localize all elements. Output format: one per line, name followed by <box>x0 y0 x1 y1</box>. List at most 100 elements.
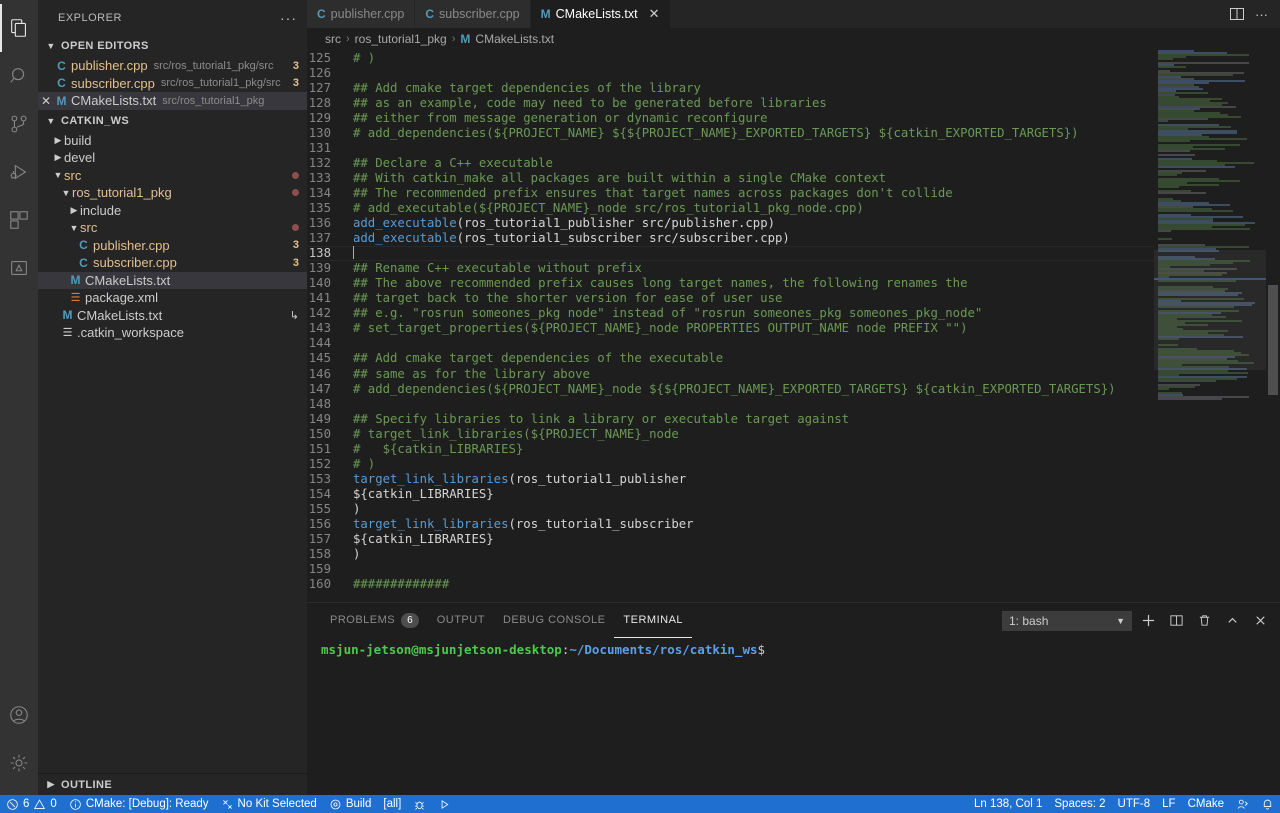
more-actions-icon[interactable]: ··· <box>1255 7 1268 22</box>
split-editor-icon[interactable] <box>1229 6 1245 22</box>
scrollbar-thumb[interactable] <box>1268 285 1278 395</box>
status-language-mode[interactable]: CMake <box>1182 795 1230 813</box>
code-line[interactable]: 151 # ${catkin_LIBRARIES} <box>307 441 1154 456</box>
status-eol[interactable]: LF <box>1156 795 1181 813</box>
panel-tab[interactable]: PROBLEMS 6 <box>321 603 428 638</box>
activity-search-icon[interactable] <box>0 52 38 100</box>
panel-tab[interactable]: OUTPUT <box>428 603 494 638</box>
close-panel-icon[interactable] <box>1248 610 1272 632</box>
code-line[interactable]: 146 ## same as for the library above <box>307 366 1154 381</box>
code-line[interactable]: 128 ## as an example, code may need to be… <box>307 95 1154 110</box>
open-editors-section[interactable]: ▼ OPEN EDITORS <box>38 35 307 57</box>
minimap-slider[interactable] <box>1154 250 1266 370</box>
chevron-right-icon[interactable]: ▶ <box>68 205 80 216</box>
split-terminal-icon[interactable] <box>1164 610 1188 632</box>
terminal-selector[interactable]: 1: bash ▼ <box>1002 610 1132 631</box>
code-line[interactable]: 136 add_executable(ros_tutorial1_publishe… <box>307 216 1154 231</box>
code-line[interactable]: 143 # set_target_properties(${PROJECT_NAM… <box>307 321 1154 336</box>
code-line[interactable]: 133 ## With catkin_make all packages are … <box>307 170 1154 185</box>
maximize-panel-icon[interactable] <box>1220 610 1244 632</box>
code-line[interactable]: 144 <box>307 336 1154 351</box>
code-line[interactable]: 160 ############# <box>307 577 1154 592</box>
tree-folder[interactable]: ▼ ros_tutorial1_pkg <box>38 184 307 202</box>
code-line[interactable]: 140 ## The above recommended prefix cause… <box>307 276 1154 291</box>
activity-source-control-icon[interactable] <box>0 100 38 148</box>
code-line[interactable]: 130 # add_dependencies(${PROJECT_NAME} ${… <box>307 125 1154 140</box>
code-line[interactable]: 135 # add_executable(${PROJECT_NAME}_node… <box>307 200 1154 215</box>
code-line[interactable]: 153 target_link_libraries(ros_tutorial1_p… <box>307 471 1154 486</box>
code-line[interactable]: 137 add_executable(ros_tutorial1_subscrib… <box>307 231 1154 246</box>
panel-tab[interactable]: DEBUG CONSOLE <box>494 603 614 638</box>
code-editor[interactable]: 125 # ) 126 127 ## Add cmake target dependen… <box>307 50 1280 602</box>
status-live-share[interactable] <box>1230 795 1255 813</box>
code-line[interactable]: 148 <box>307 396 1154 411</box>
status-launch[interactable] <box>432 795 457 813</box>
panel-tab[interactable]: TERMINAL <box>614 603 693 638</box>
code-line[interactable]: 129 ## either from message generation or … <box>307 110 1154 125</box>
minimap[interactable] <box>1154 50 1266 602</box>
tree-file[interactable]: ☰ .catkin_workspace <box>38 324 307 342</box>
close-icon[interactable]: ✕ <box>649 6 660 22</box>
editor-scrollbar[interactable] <box>1266 50 1280 602</box>
code-line[interactable]: 126 <box>307 65 1154 80</box>
tree-file[interactable]: M CMakeLists.txt <box>38 271 307 289</box>
code-line[interactable]: 152 # ) <box>307 456 1154 471</box>
tree-folder[interactable]: ▼ src <box>38 219 307 237</box>
code-line[interactable]: 150 # target_link_libraries(${PROJECT_NAM… <box>307 426 1154 441</box>
code-line[interactable]: 138 <box>307 245 1154 261</box>
terminal-body[interactable]: msjun-jetson@msjunjetson-desktop:~/Docum… <box>307 638 1280 795</box>
activity-extensions-icon[interactable] <box>0 196 38 244</box>
breadcrumb-item-2[interactable]: CMakeLists.txt <box>475 32 554 46</box>
status-notifications[interactable] <box>1255 795 1280 813</box>
editor-tab[interactable]: Csubscriber.cpp <box>415 0 531 28</box>
tree-file[interactable]: Cpublisher.cpp 3 <box>38 237 307 255</box>
status-cursor-position[interactable]: Ln 138, Col 1 <box>968 795 1048 813</box>
status-indentation[interactable]: Spaces: 2 <box>1048 795 1111 813</box>
code-line[interactable]: 131 <box>307 140 1154 155</box>
chevron-down-icon[interactable]: ▼ <box>52 170 64 180</box>
status-debug[interactable] <box>407 795 432 813</box>
tree-folder[interactable]: ▶ include <box>38 202 307 220</box>
code-line[interactable]: 155) <box>307 501 1154 516</box>
editor-tab[interactable]: M CMakeLists.txt ✕ <box>530 0 671 28</box>
code-line[interactable]: 158) <box>307 547 1154 562</box>
sidebar-more-icon[interactable]: ··· <box>280 11 297 25</box>
tree-file[interactable]: ☰ package.xml <box>38 289 307 307</box>
code-line[interactable]: 134 ## The recommended prefix ensures tha… <box>307 185 1154 200</box>
chevron-right-icon[interactable]: ▶ <box>52 152 64 163</box>
open-editor-item[interactable]: Cpublisher.cpp src/ros_tutorial1_pkg/src 3 <box>38 57 307 75</box>
breadcrumb-item-0[interactable]: src <box>325 32 341 46</box>
status-build[interactable]: Build <box>323 795 378 813</box>
code-line[interactable]: 156 target_link_libraries(ros_tutorial1_s… <box>307 516 1154 531</box>
close-icon[interactable]: ✕ <box>38 94 54 108</box>
open-editor-item[interactable]: Csubscriber.cpp src/ros_tutorial1_pkg/src… <box>38 75 307 93</box>
tree-folder[interactable]: ▼ src <box>38 167 307 185</box>
code-line[interactable]: 142 ## e.g. "rosrun someones_pkg node" in… <box>307 306 1154 321</box>
status-cmake[interactable]: CMake: [Debug]: Ready <box>63 795 215 813</box>
new-terminal-icon[interactable] <box>1136 610 1160 632</box>
code-line[interactable]: 159 <box>307 562 1154 577</box>
breadcrumb-item-1[interactable]: ros_tutorial1_pkg <box>355 32 447 46</box>
tree-folder[interactable]: ▶ build <box>38 132 307 150</box>
outline-section[interactable]: ▶ OUTLINE <box>38 773 307 795</box>
chevron-right-icon[interactable]: ▶ <box>52 135 64 146</box>
code-line[interactable]: 154 ${catkin_LIBRARIES} <box>307 486 1154 501</box>
code-line[interactable]: 157 ${catkin_LIBRARIES} <box>307 532 1154 547</box>
open-editor-item[interactable]: ✕ M CMakeLists.txt src/ros_tutorial1_pkg <box>38 92 307 110</box>
code-line[interactable]: 147 # add_dependencies(${PROJECT_NAME}_no… <box>307 381 1154 396</box>
code-line[interactable]: 141 ## target back to the shorter version… <box>307 291 1154 306</box>
activity-account-icon[interactable] <box>0 691 38 739</box>
kill-terminal-icon[interactable] <box>1192 610 1216 632</box>
code-line[interactable]: 125 # ) <box>307 50 1154 65</box>
status-kit[interactable]: No Kit Selected <box>215 795 323 813</box>
tree-folder[interactable]: ▶ devel <box>38 149 307 167</box>
status-encoding[interactable]: UTF-8 <box>1112 795 1157 813</box>
code-line[interactable]: 139 ## Rename C++ executable without pref… <box>307 261 1154 276</box>
tree-file[interactable]: Csubscriber.cpp 3 <box>38 254 307 272</box>
code-line[interactable]: 145 ## Add cmake target dependencies of t… <box>307 351 1154 366</box>
chevron-down-icon[interactable]: ▼ <box>68 223 80 233</box>
status-target[interactable]: [all] <box>377 795 407 813</box>
activity-cmake-icon[interactable] <box>0 244 38 292</box>
tree-file[interactable]: M CMakeLists.txt ↳ <box>38 307 307 325</box>
code-line[interactable]: 132 ## Declare a C++ executable <box>307 155 1154 170</box>
